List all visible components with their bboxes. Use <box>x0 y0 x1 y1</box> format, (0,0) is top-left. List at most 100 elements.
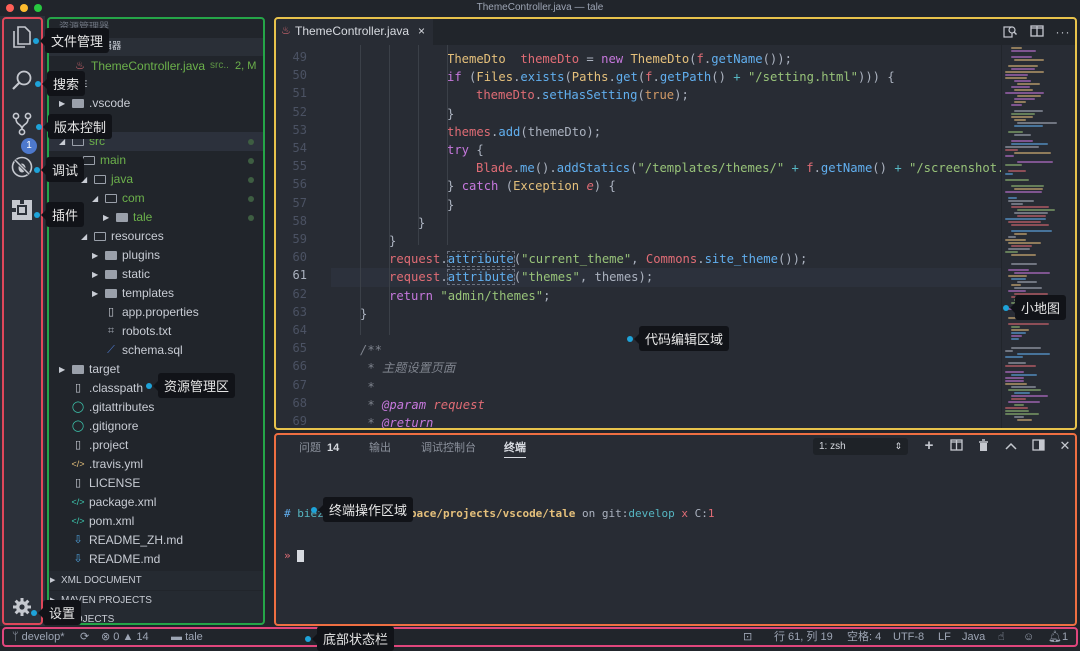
tree-item-readme-md[interactable]: ⇩ README.md <box>47 550 264 569</box>
more-actions-icon[interactable]: ··· <box>1055 24 1071 40</box>
tree-item-resources[interactable]: ◢ resources <box>47 227 264 246</box>
chevron-down-icon[interactable]: ◢ <box>92 189 98 208</box>
tree-item-pom-xml[interactable]: </> pom.xml <box>47 512 264 531</box>
tree-item-gitattributes[interactable]: ◯ .gitattributes <box>47 398 264 417</box>
git-branch-item[interactable]: ᛘ develop* <box>12 629 65 646</box>
tree-item-label: tale <box>133 210 153 224</box>
encoding[interactable]: UTF-8 <box>893 629 924 646</box>
callout-code-editor: 代码编辑区域 <box>627 326 730 351</box>
new-terminal-icon[interactable]: + <box>922 438 936 453</box>
trash-icon[interactable] <box>976 439 990 453</box>
tree-item-robots-txt[interactable]: ⌗ robots.txt <box>47 322 264 341</box>
split-terminal-icon[interactable] <box>949 439 963 453</box>
terminal-input-line: » <box>284 549 715 563</box>
close-window-button[interactable] <box>6 4 14 12</box>
tree-item-plugins[interactable]: ▶ plugins <box>47 246 264 265</box>
files-icon[interactable] <box>10 25 34 49</box>
callout-status-bar: 底部状态栏 <box>305 626 395 651</box>
notifications-item[interactable]: 🔔︎1 <box>1048 629 1068 646</box>
minimap-line <box>1005 251 1018 253</box>
tab-theme-controller[interactable]: ♨ ThemeController.java × <box>275 18 433 45</box>
code-token: ( <box>689 52 697 66</box>
chevron-right-icon[interactable]: ▶ <box>92 246 98 265</box>
tree-item-templates[interactable]: ▶ templates <box>47 284 264 303</box>
xml-document-section[interactable]: ▶ XML DOCUMENT <box>47 571 264 590</box>
language-mode[interactable]: Java <box>962 629 985 646</box>
close-panel-icon[interactable]: ✕ <box>1058 439 1072 453</box>
tree-item-vscode[interactable]: ▶ .vscode <box>47 94 264 113</box>
chevron-down-icon[interactable]: ◢ <box>81 227 87 246</box>
callout-search: 搜索 <box>35 71 86 96</box>
tree-item-schema-sql[interactable]: ⟋ schema.sql <box>47 341 264 360</box>
minimap-line <box>1014 98 1035 100</box>
chevron-right-icon[interactable]: ▶ <box>59 94 65 113</box>
minimap-line <box>1011 224 1049 226</box>
maximize-window-button[interactable] <box>34 4 42 12</box>
minimap-line <box>1008 65 1038 67</box>
minimize-window-button[interactable] <box>20 4 28 12</box>
tree-item-license[interactable]: ▯ LICENSE <box>47 474 264 493</box>
tree-item-label: .project <box>89 438 129 452</box>
minimap-line <box>1005 377 1024 379</box>
callout-dot <box>627 335 633 342</box>
minimap-line <box>1017 95 1041 97</box>
tree-item-static[interactable]: ▶ static <box>47 265 264 284</box>
code-token: } <box>389 234 397 248</box>
code-text[interactable]: ThemeDto themeDto = new ThemeDto(f.getNa… <box>331 45 1001 428</box>
indentation[interactable]: 空格: 4 <box>847 629 881 646</box>
minimap-line <box>1011 374 1037 376</box>
code-token: ()); <box>777 252 808 267</box>
sync-icon[interactable]: ⟳ <box>80 629 89 646</box>
open-preview-icon[interactable] <box>1002 24 1018 40</box>
search-icon[interactable] <box>10 68 34 92</box>
minimap-line <box>1011 335 1022 337</box>
minimap[interactable] <box>1001 45 1071 428</box>
minimap-line <box>1008 200 1034 202</box>
line-number: 56 <box>292 177 307 192</box>
callout-dot <box>31 609 37 616</box>
code-token: Blade <box>476 161 513 176</box>
tab-debug-console[interactable]: 调试控制台 <box>421 438 476 458</box>
debug-icon[interactable] <box>10 155 34 179</box>
problems-item[interactable]: ⊗ 0 ▲ 14 <box>101 629 149 646</box>
tree-item-gitignore[interactable]: ◯ .gitignore <box>47 417 264 436</box>
tree-item-travis-yml[interactable]: </> .travis.yml <box>47 455 264 474</box>
source-control-icon[interactable] <box>10 112 34 136</box>
extensions-icon[interactable] <box>10 198 34 222</box>
tree-item-label: com <box>122 191 145 205</box>
tab-terminal[interactable]: 终端 <box>504 438 526 458</box>
split-editor-icon[interactable] <box>1029 24 1045 40</box>
callout-label: 搜索 <box>41 71 86 96</box>
tree-item-app-properties[interactable]: ▯ app.properties <box>47 303 264 322</box>
markdown-file-icon: ⇩ <box>73 553 83 565</box>
tree-item-package-xml[interactable]: </> package.xml <box>47 493 264 512</box>
tree-item-readme-zh-md[interactable]: ⇩ README_ZH.md <box>47 531 264 550</box>
cursor-position[interactable]: 行 61, 列 19 <box>774 629 833 646</box>
code-line: } <box>331 305 367 323</box>
chevron-right-icon[interactable]: ▶ <box>92 265 98 284</box>
terminal-toggle-icon[interactable]: ⊡ <box>743 629 752 646</box>
minimap-line <box>1005 179 1029 181</box>
folder-icon <box>71 94 85 115</box>
folder-icon <box>115 208 129 229</box>
close-tab-icon[interactable]: × <box>418 18 425 45</box>
folder-item[interactable]: ▬ tale <box>171 629 203 646</box>
terminal-output[interactable]: # biezhi in ~/workspace/projects/vscode/… <box>284 479 715 591</box>
toggle-panel-icon[interactable] <box>1031 439 1045 453</box>
code-token: . <box>534 88 543 103</box>
minimap-line <box>1011 254 1036 256</box>
chevron-right-icon[interactable]: ▶ <box>103 208 109 227</box>
thumbs-up-icon[interactable]: ☝ <box>998 629 1005 646</box>
tree-item-project[interactable]: ▯ .project <box>47 436 264 455</box>
chevron-right-icon[interactable]: ▶ <box>59 360 65 379</box>
chevron-up-icon[interactable] <box>1004 439 1018 453</box>
minimap-line <box>1011 185 1044 187</box>
code-line: } catch (Exception e) { <box>331 177 616 195</box>
chevron-right-icon[interactable]: ▶ <box>92 284 98 303</box>
feedback-smiley-icon[interactable]: ☺ <box>1023 629 1034 646</box>
tab-problems[interactable]: 问题 14 <box>299 438 339 458</box>
line-ending[interactable]: LF <box>938 629 951 646</box>
terminal-select[interactable]: 1: zsh ⇕ <box>813 438 908 455</box>
tab-output[interactable]: 输出 <box>369 438 391 458</box>
callout-file-manager: 文件管理 <box>33 28 110 53</box>
